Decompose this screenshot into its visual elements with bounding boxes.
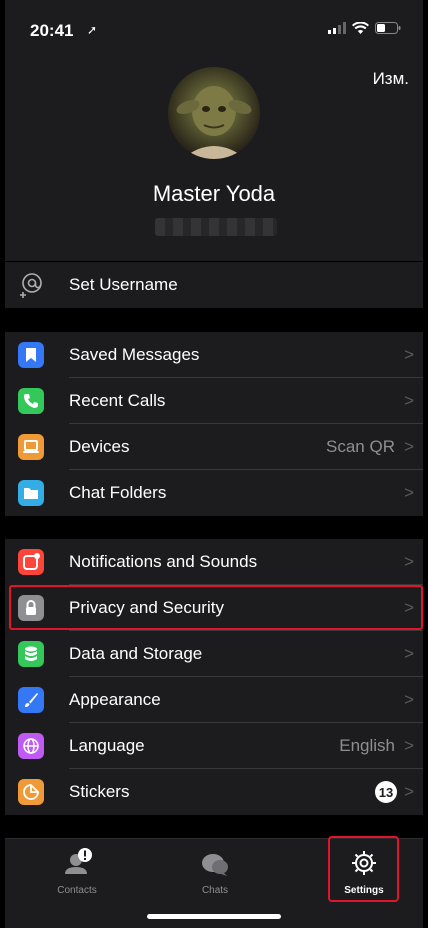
menu-item-devices[interactable]: Devices Scan QR > <box>5 424 423 470</box>
avatar[interactable] <box>168 67 260 159</box>
bookmark-icon <box>18 342 44 368</box>
database-icon <box>18 641 44 667</box>
bell-icon <box>18 549 44 575</box>
settings-highlight-box <box>328 836 399 902</box>
chevron-right-icon: > <box>404 644 414 663</box>
menu-item-label: Stickers <box>69 782 130 801</box>
menu-item-appearance[interactable]: Appearance > <box>5 677 423 723</box>
chevron-right-icon: > <box>404 391 414 410</box>
menu-item-label: Saved Messages <box>69 345 200 364</box>
menu-item-label: Data and Storage <box>69 644 203 663</box>
menu-item-language[interactable]: Language English > <box>5 723 423 769</box>
menu-item-label: Devices <box>69 437 130 456</box>
menu-item-notifications[interactable]: Notifications and Sounds > <box>5 539 423 585</box>
edit-button[interactable]: Изм. <box>373 69 409 89</box>
set-username-label: Set Username <box>69 275 178 294</box>
laptop-icon <box>18 434 44 460</box>
at-sign-icon <box>18 272 44 298</box>
stickers-count-badge: 13 <box>375 781 397 803</box>
profile-name: Master Yoda <box>152 181 276 206</box>
menu-item-label: Notifications and Sounds <box>69 552 258 571</box>
chevron-right-icon: > <box>404 690 414 709</box>
chevron-right-icon: > <box>404 552 414 571</box>
menu-item-chat-folders[interactable]: Chat Folders > <box>5 470 423 516</box>
settings-screen: 20:41 ➚ Изм. Master Yoda Set Username Sa… <box>5 0 423 928</box>
home-indicator[interactable] <box>147 914 281 919</box>
tab-chats[interactable]: Chats <box>155 839 275 909</box>
chats-icon <box>202 854 228 876</box>
menu-item-saved-messages[interactable]: Saved Messages > <box>5 332 423 378</box>
location-arrow-icon: ➚ <box>87 23 98 37</box>
set-username-row[interactable]: Set Username <box>5 262 423 308</box>
folder-icon <box>18 480 44 506</box>
tab-contacts[interactable]: Contacts <box>17 839 137 909</box>
menu-item-label: Language <box>69 736 145 755</box>
battery-icon <box>375 22 401 34</box>
menu-item-label: Appearance <box>69 690 161 709</box>
wifi-icon <box>352 22 369 34</box>
privacy-highlight-box <box>9 585 423 630</box>
tab-label: Chats <box>201 885 229 896</box>
contacts-icon <box>65 848 92 874</box>
chevron-right-icon: > <box>404 345 414 364</box>
devices-value: Scan QR <box>326 437 395 456</box>
sticker-icon <box>18 779 44 805</box>
brush-icon <box>18 687 44 713</box>
chevron-right-icon: > <box>404 437 414 456</box>
language-value: English <box>339 736 395 755</box>
blurred-phone-number <box>155 218 277 236</box>
chevron-right-icon: > <box>404 782 414 801</box>
profile-header: Изм. Master Yoda <box>5 50 423 261</box>
tab-label: Contacts <box>57 885 97 896</box>
menu-item-data-storage[interactable]: Data and Storage > <box>5 631 423 677</box>
status-bar: 20:41 ➚ <box>5 0 423 50</box>
status-icons <box>328 22 401 34</box>
globe-icon <box>18 733 44 759</box>
signal-icon <box>328 22 346 34</box>
menu-item-stickers[interactable]: Stickers 13 > <box>5 769 423 815</box>
status-time: 20:41 <box>30 21 74 40</box>
menu-item-recent-calls[interactable]: Recent Calls > <box>5 378 423 424</box>
chevron-right-icon: > <box>404 483 414 502</box>
menu-item-label: Recent Calls <box>69 391 166 410</box>
chevron-right-icon: > <box>404 736 414 755</box>
menu-item-label: Chat Folders <box>69 483 167 502</box>
phone-icon <box>18 388 44 414</box>
